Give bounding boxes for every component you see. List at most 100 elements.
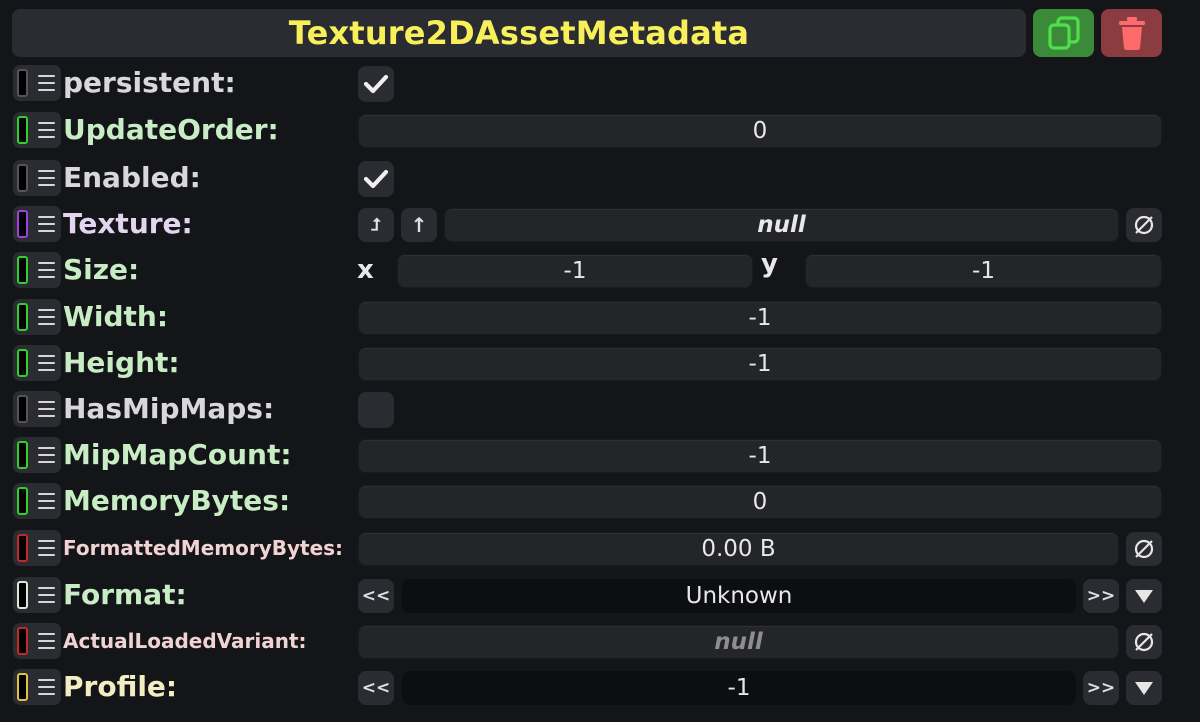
jump-to-button[interactable]: ↑ (401, 208, 437, 242)
profile-prev-button[interactable]: << (358, 671, 394, 705)
profile-next-button[interactable]: >> (1083, 671, 1119, 705)
row-formatted-memory-bytes: FormattedMemoryBytes: 0.00 B (0, 525, 1200, 571)
field-handle[interactable] (13, 299, 61, 335)
field-handle[interactable] (13, 623, 61, 659)
field-handle[interactable] (13, 65, 61, 101)
format-dropdown-button[interactable] (1126, 579, 1162, 613)
size-x-input[interactable]: -1 (397, 254, 753, 288)
type-swatch (17, 256, 28, 284)
type-swatch (17, 349, 28, 377)
has-mipmaps-checkbox[interactable] (358, 392, 394, 428)
field-handle[interactable] (13, 669, 61, 705)
menu-icon (38, 633, 55, 649)
row-texture: Texture: ⮥ ↑ null (0, 201, 1200, 247)
field-handle[interactable] (13, 206, 61, 242)
double-left-icon: << (361, 678, 391, 698)
row-actual-loaded-variant: ActualLoadedVariant: null (0, 618, 1200, 664)
dropdown-icon (1135, 590, 1153, 603)
field-label: Height: (63, 346, 180, 379)
clear-texture-button[interactable] (1126, 208, 1162, 242)
type-swatch (17, 627, 28, 655)
dropdown-icon (1135, 682, 1153, 695)
row-profile: Profile: << -1 >> (0, 664, 1200, 710)
menu-icon (38, 309, 55, 325)
mipmap-count-input[interactable]: -1 (358, 439, 1162, 473)
null-icon (1134, 632, 1154, 652)
double-left-icon: << (361, 586, 391, 606)
field-label: ActualLoadedVariant: (63, 629, 307, 653)
menu-icon (38, 587, 55, 603)
row-height: Height: -1 (0, 340, 1200, 386)
type-swatch (17, 534, 28, 562)
format-prev-button[interactable]: << (358, 579, 394, 613)
field-label: FormattedMemoryBytes: (63, 536, 344, 560)
null-icon (1134, 215, 1154, 235)
menu-icon (38, 75, 55, 91)
memory-bytes-input[interactable]: 0 (358, 485, 1162, 519)
menu-icon (38, 679, 55, 695)
row-size: Size: x -1 y -1 (0, 247, 1200, 293)
row-update-order: UpdateOrder: 0 (0, 107, 1200, 153)
profile-dropdown-button[interactable] (1126, 671, 1162, 705)
formatted-memory-bytes-field[interactable]: 0.00 B (358, 532, 1119, 566)
null-icon (1134, 539, 1154, 559)
update-order-input[interactable]: 0 (358, 114, 1162, 148)
check-icon (363, 169, 389, 189)
menu-icon (38, 262, 55, 278)
delete-button[interactable] (1101, 9, 1162, 57)
type-swatch (17, 116, 28, 144)
field-label: MipMapCount: (63, 438, 292, 471)
width-input[interactable]: -1 (358, 301, 1162, 335)
field-handle[interactable] (13, 252, 61, 288)
field-handle[interactable] (13, 483, 61, 519)
actual-loaded-variant-field[interactable]: null (358, 625, 1119, 659)
texture-reference-field[interactable]: null (444, 208, 1119, 242)
row-has-mipmaps: HasMipMaps: (0, 386, 1200, 432)
size-x-label: x (357, 255, 374, 285)
type-swatch (17, 441, 28, 469)
field-label: HasMipMaps: (63, 392, 275, 425)
profile-value[interactable]: -1 (402, 671, 1076, 705)
type-swatch (17, 395, 28, 423)
field-handle[interactable] (13, 345, 61, 381)
double-right-icon: >> (1086, 586, 1116, 606)
type-swatch (17, 581, 28, 609)
type-swatch (17, 210, 28, 238)
open-inspector-icon: ⮥ (370, 215, 382, 235)
height-input[interactable]: -1 (358, 347, 1162, 381)
field-handle[interactable] (13, 160, 61, 196)
field-label: MemoryBytes: (63, 484, 291, 517)
duplicate-icon (1047, 16, 1080, 50)
component-header: Texture2DAssetMetadata (12, 9, 1026, 57)
field-label: Profile: (63, 670, 178, 703)
size-y-label: y (761, 249, 778, 279)
type-swatch (17, 164, 28, 192)
menu-icon (38, 122, 55, 138)
clear-variant-button[interactable] (1126, 625, 1162, 659)
format-value[interactable]: Unknown (402, 579, 1076, 613)
type-swatch (17, 673, 28, 701)
field-handle[interactable] (13, 112, 61, 148)
component-title: Texture2DAssetMetadata (288, 14, 750, 52)
clear-formatted-memory-button[interactable] (1126, 532, 1162, 566)
field-handle[interactable] (13, 577, 61, 613)
menu-icon (38, 540, 55, 556)
menu-icon (38, 493, 55, 509)
field-handle[interactable] (13, 391, 61, 427)
menu-icon (38, 447, 55, 463)
type-swatch (17, 69, 28, 97)
row-width: Width: -1 (0, 294, 1200, 340)
field-handle[interactable] (13, 530, 61, 566)
trash-icon (1118, 17, 1145, 50)
size-y-input[interactable]: -1 (805, 254, 1162, 288)
row-mipmap-count: MipMapCount: -1 (0, 432, 1200, 478)
field-label: Format: (63, 578, 187, 611)
row-persistent: persistent: (0, 60, 1200, 106)
persistent-checkbox[interactable] (358, 66, 394, 102)
format-next-button[interactable]: >> (1083, 579, 1119, 613)
open-inspector-button[interactable]: ⮥ (358, 208, 394, 242)
enabled-checkbox[interactable] (358, 161, 394, 197)
field-handle[interactable] (13, 437, 61, 473)
duplicate-button[interactable] (1033, 9, 1094, 57)
menu-icon (38, 170, 55, 186)
